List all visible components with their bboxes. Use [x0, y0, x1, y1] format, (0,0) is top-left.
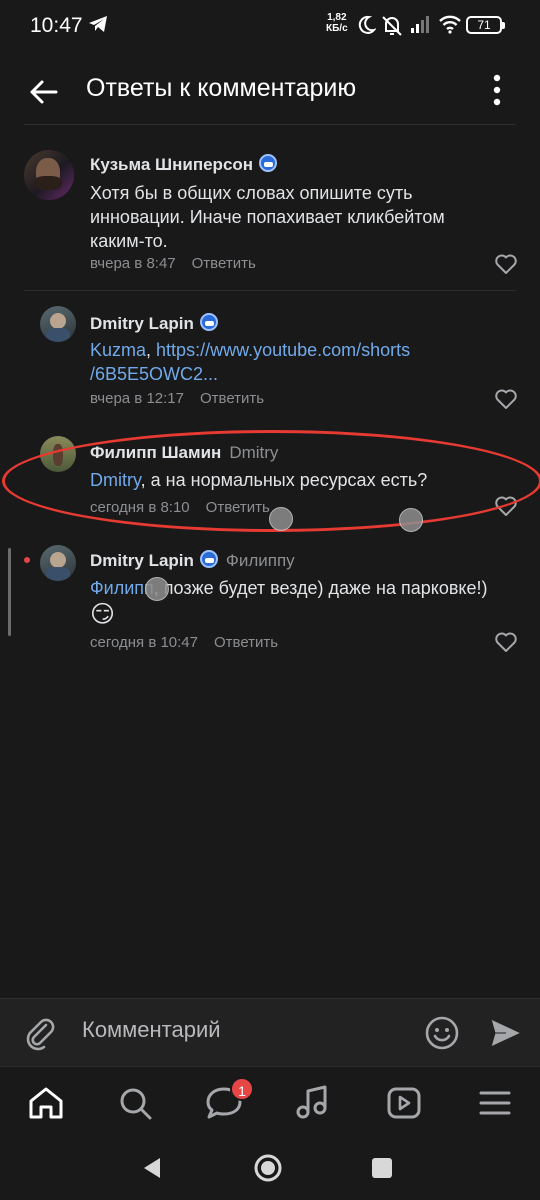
emoji-smile-icon[interactable] [424, 1015, 460, 1051]
comment-item: Dmitry Lapin Филиппу Филипп, позже будет … [0, 536, 540, 666]
messages-badge: 1 [230, 1077, 254, 1101]
reply-to-name[interactable]: Филиппу [226, 551, 295, 570]
comment-meta: вчера в 12:17 Ответить [90, 390, 264, 407]
reply-button[interactable]: Ответить [214, 634, 278, 651]
comment-item: Кузьма Шниперсон Хотя бы в общих словах … [0, 140, 540, 280]
avatar[interactable] [40, 306, 76, 342]
comment-author[interactable]: Dmitry Lapin [90, 313, 218, 334]
touch-indicator [399, 508, 423, 532]
menu-icon[interactable] [473, 1081, 517, 1125]
battery-indicator: 71 [466, 16, 505, 34]
comment-text: Хотя бы в общих словах опишите суть инно… [90, 183, 445, 251]
comment-time: вчера в 8:47 [90, 255, 176, 272]
touch-indicator [269, 507, 293, 531]
avatar[interactable] [40, 545, 76, 581]
video-icon[interactable] [382, 1081, 426, 1125]
avatar[interactable] [24, 150, 74, 200]
home-icon[interactable] [24, 1081, 68, 1125]
heart-icon[interactable] [494, 388, 518, 410]
network-speed: 1,82 КБ/с [326, 12, 348, 34]
more-vertical-icon[interactable] [484, 72, 510, 108]
verified-badge-icon [259, 154, 278, 172]
status-time: 10:47 [30, 14, 83, 37]
dnd-moon-icon [358, 15, 376, 34]
music-icon[interactable] [291, 1081, 335, 1125]
url-link-continued[interactable]: /6B5E5OWC2... [90, 364, 218, 384]
page-title: Ответы к комментарию [86, 74, 357, 102]
touch-indicator [145, 577, 169, 601]
attach-paperclip-icon[interactable] [22, 1015, 58, 1051]
comment-author[interactable]: Кузьма Шниперсон [90, 154, 278, 175]
system-home-icon[interactable] [252, 1152, 284, 1184]
header-divider [24, 124, 516, 125]
telegram-icon [89, 16, 107, 32]
reply-button[interactable]: Ответить [200, 390, 264, 407]
reply-button[interactable]: Ответить [192, 255, 256, 272]
url-link[interactable]: https://www.youtube.com/shorts [156, 340, 410, 360]
bottom-navigation: 1 [0, 1066, 540, 1136]
comment-input[interactable]: Комментарий [82, 1017, 221, 1043]
status-bar: 10:47 1,82 КБ/с 71 [0, 0, 540, 52]
heart-icon[interactable] [494, 253, 518, 275]
verified-badge-icon [199, 313, 218, 331]
back-arrow-icon[interactable] [24, 72, 64, 112]
comment-time: вчера в 12:17 [90, 390, 184, 407]
system-navigation [0, 1136, 540, 1200]
comment-meta: вчера в 8:47 Ответить [90, 255, 256, 272]
system-recents-icon[interactable] [370, 1156, 394, 1180]
search-icon[interactable] [113, 1081, 157, 1125]
comment-time: сегодня в 10:47 [90, 634, 198, 651]
comment-meta: сегодня в 10:47 Ответить [90, 634, 278, 651]
app-header: Ответы к комментарию [0, 60, 540, 120]
send-icon[interactable] [488, 1015, 524, 1051]
smirk-emoji: 😏 [90, 601, 116, 628]
comment-author[interactable]: Dmitry Lapin Филиппу [90, 550, 295, 571]
signal-icon [411, 16, 429, 33]
wifi-icon [439, 15, 461, 34]
verified-badge-icon [199, 550, 218, 568]
mention-link[interactable]: Kuzma [90, 340, 146, 360]
silent-bell-icon [382, 16, 402, 36]
comment-item: Dmitry Lapin Kuzma, https://www.youtube.… [0, 300, 540, 420]
comment-divider [24, 290, 516, 291]
system-back-icon[interactable] [138, 1154, 166, 1182]
heart-icon[interactable] [494, 631, 518, 653]
comment-text: Kuzma, https://www.youtube.com/shorts /6… [90, 340, 411, 384]
comment-composer: Комментарий [0, 998, 540, 1066]
